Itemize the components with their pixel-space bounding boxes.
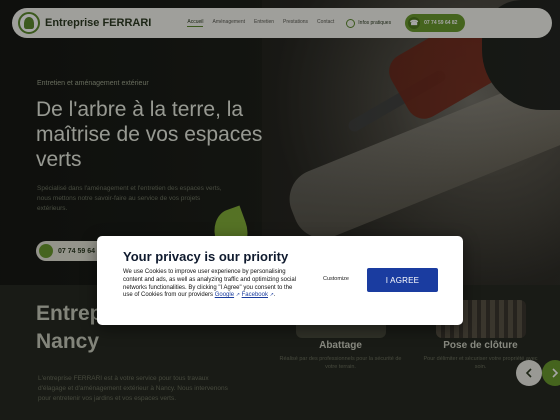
cookie-consent-dialog: Your privacy is our priority We use Cook… <box>97 236 463 325</box>
modal-backdrop <box>0 0 560 420</box>
google-link[interactable]: Google <box>215 292 234 298</box>
agree-button[interactable]: I AGREE <box>367 268 438 292</box>
facebook-link[interactable]: Facebook <box>242 292 268 298</box>
dialog-title: Your privacy is our priority <box>123 249 289 264</box>
customize-button[interactable]: Customize <box>323 276 349 282</box>
dialog-body: We use Cookies to improve user experienc… <box>123 269 296 299</box>
external-link-icon: ↗ <box>235 292 240 299</box>
